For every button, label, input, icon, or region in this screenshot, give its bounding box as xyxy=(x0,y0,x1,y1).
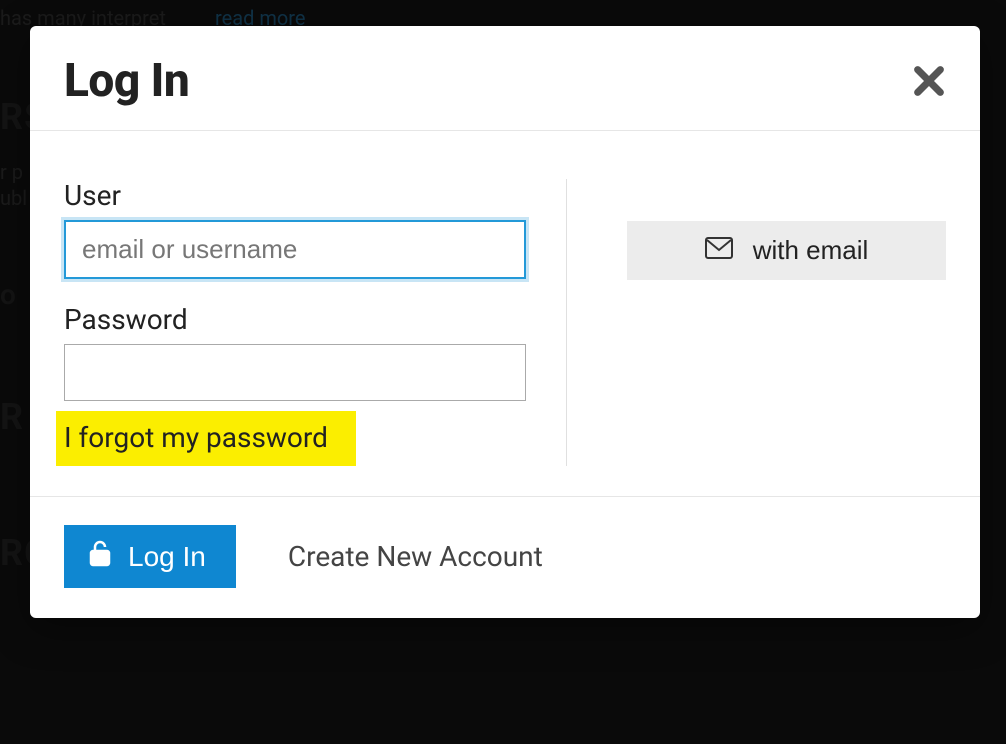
login-button-label: Log In xyxy=(128,541,206,573)
login-dialog: Log In User Password I forgot my passwor… xyxy=(30,26,980,618)
dialog-footer: Log In Create New Account xyxy=(30,496,980,598)
alt-login-column: with email xyxy=(566,179,946,466)
unlock-icon xyxy=(88,539,112,574)
user-label: User xyxy=(64,179,526,212)
dialog-title: Log In xyxy=(64,54,189,108)
user-input[interactable] xyxy=(64,220,526,279)
email-button-label: with email xyxy=(753,235,869,266)
envelope-icon xyxy=(705,235,733,266)
dialog-body: User Password I forgot my password with … xyxy=(30,131,980,496)
password-label: Password xyxy=(64,303,526,336)
forgot-password-link[interactable]: I forgot my password xyxy=(56,421,328,454)
password-input[interactable] xyxy=(64,344,526,401)
close-icon xyxy=(912,64,946,98)
forgot-password-highlight: I forgot my password xyxy=(56,411,356,466)
login-button[interactable]: Log In xyxy=(64,525,236,588)
create-account-link[interactable]: Create New Account xyxy=(288,540,543,573)
close-button[interactable] xyxy=(912,64,946,98)
login-with-email-button[interactable]: with email xyxy=(627,221,946,280)
dialog-header: Log In xyxy=(30,26,980,131)
login-form-column: User Password I forgot my password xyxy=(64,179,566,466)
